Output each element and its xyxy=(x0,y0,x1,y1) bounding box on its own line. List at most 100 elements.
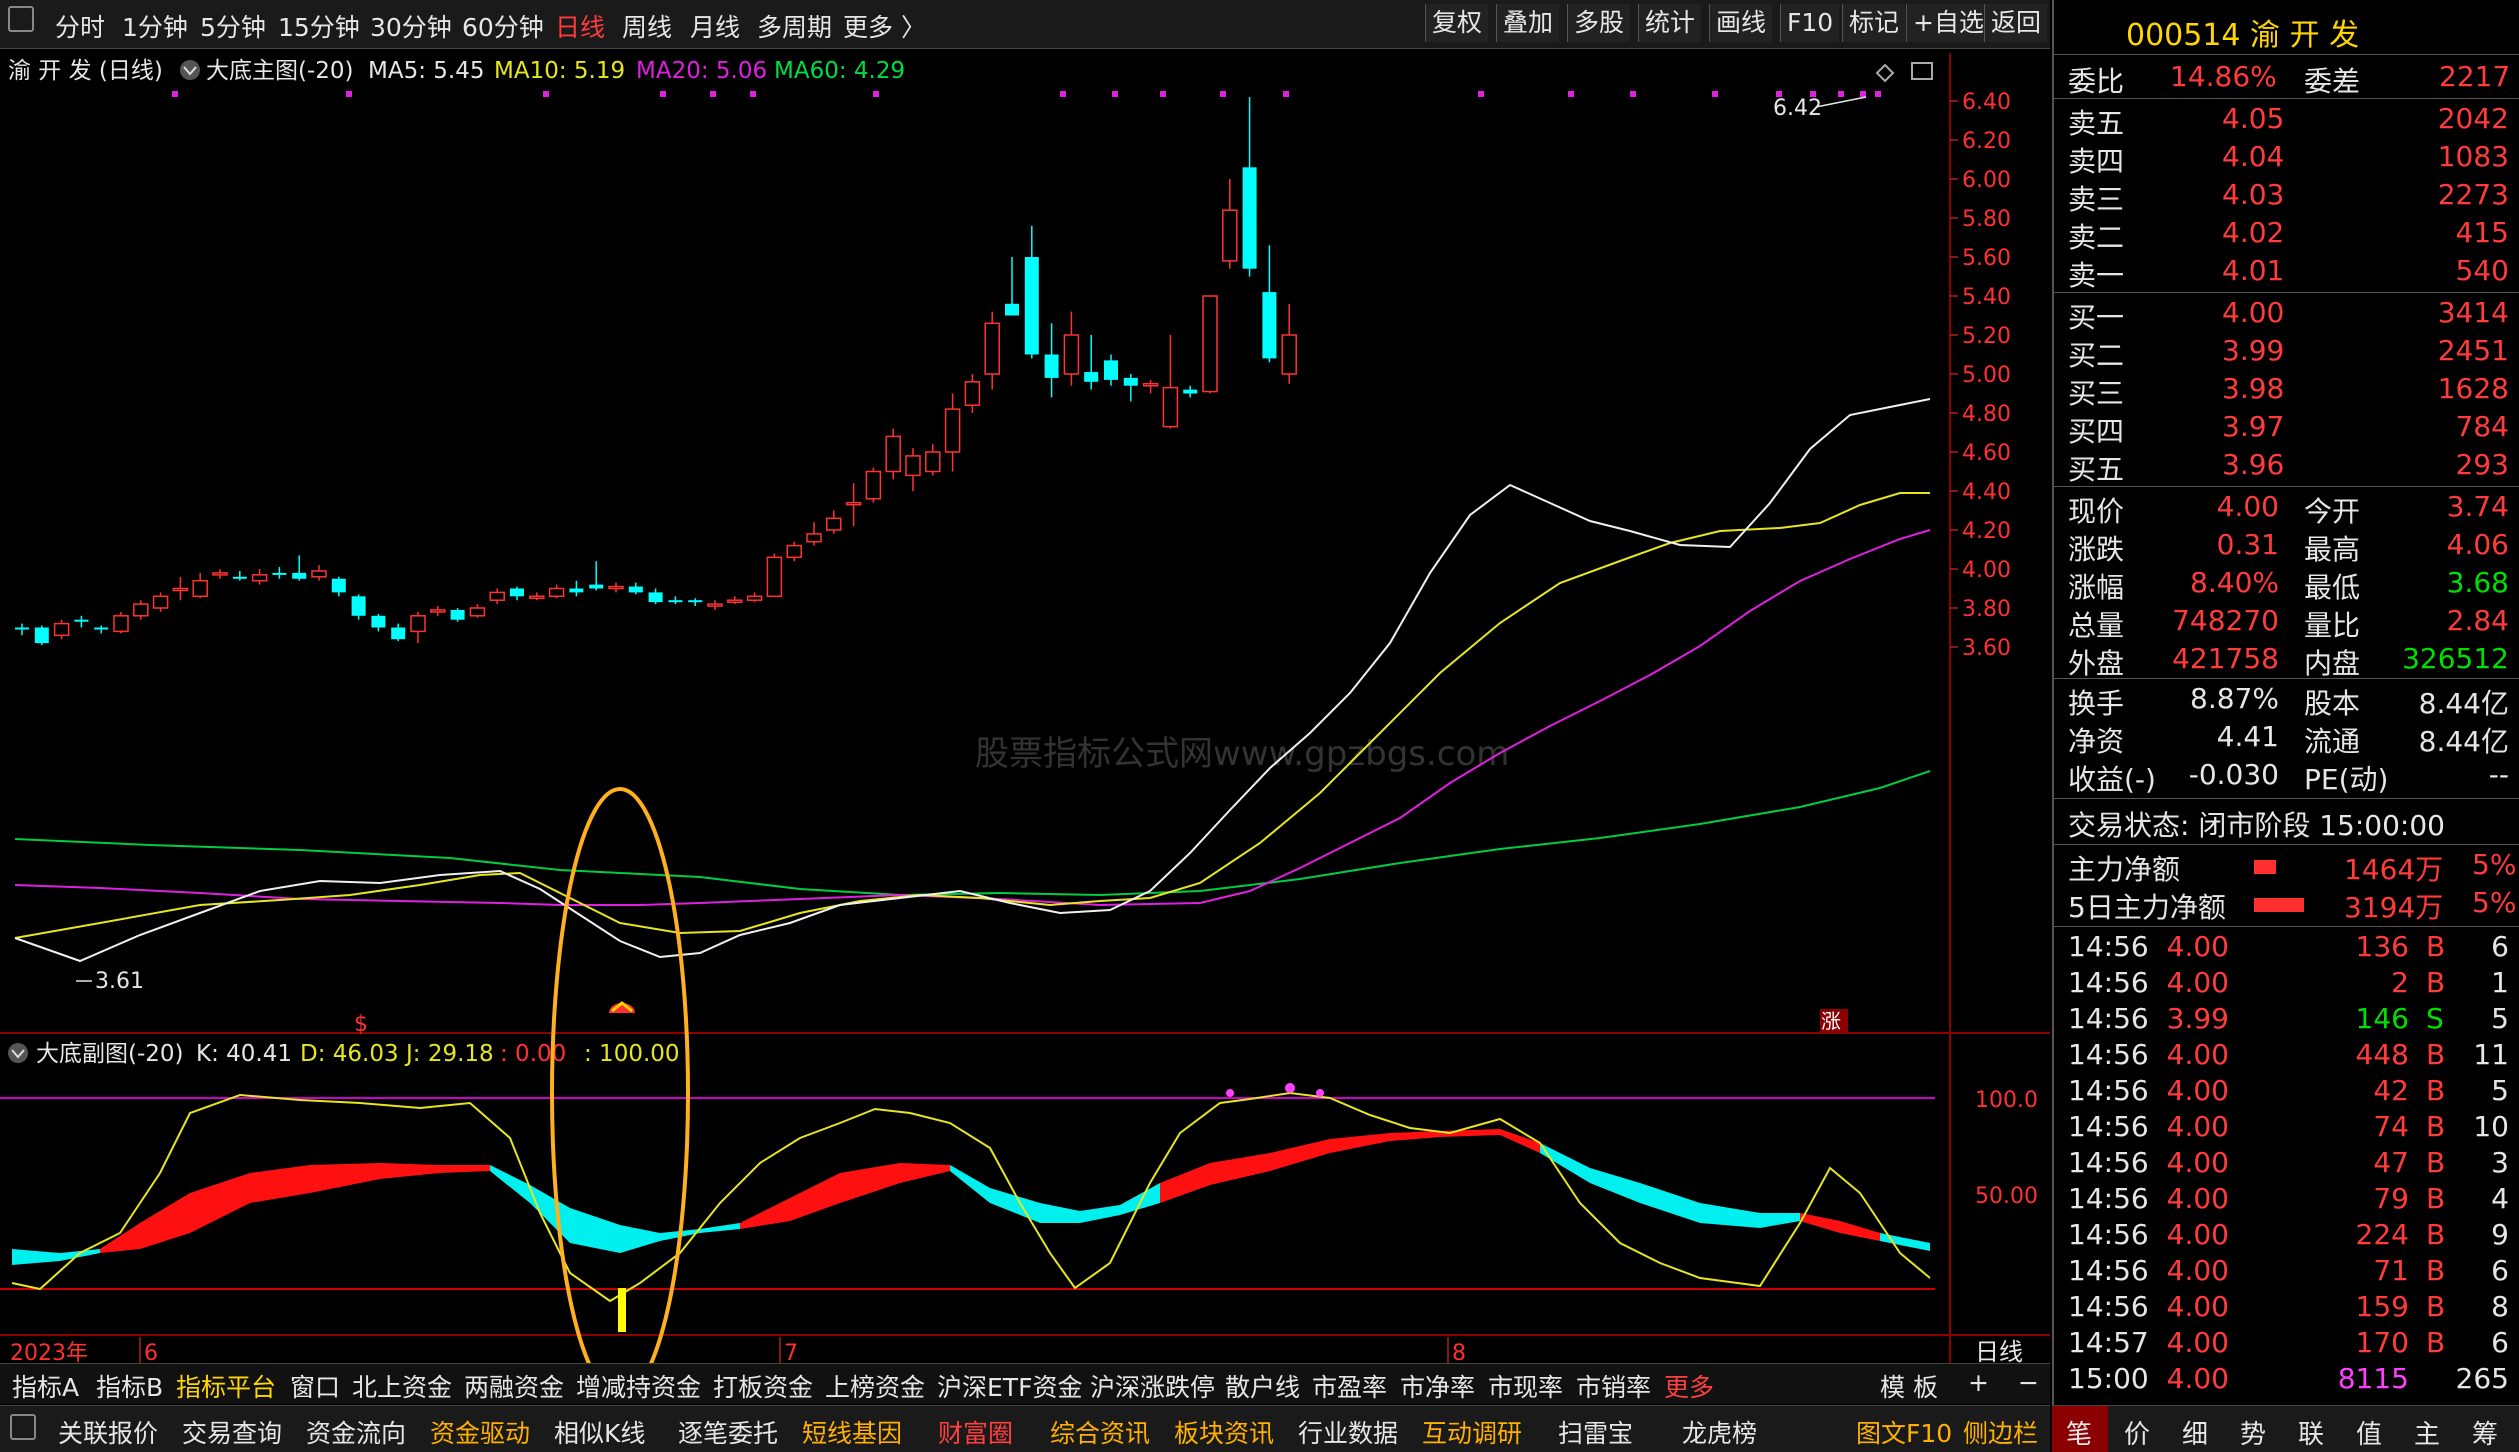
fuquan-button[interactable]: 复权 xyxy=(1425,4,1489,42)
panel-tab-jia[interactable]: 价 xyxy=(2124,1414,2150,1451)
quote-label: 现价 xyxy=(2068,495,2125,528)
ma20-value: MA20: 5.06 xyxy=(636,58,767,84)
candle xyxy=(172,576,189,601)
tab-holding-change[interactable]: 增减持资金 xyxy=(576,1368,701,1404)
tab-window[interactable]: 窗口 xyxy=(290,1368,340,1404)
panel-tab-xi[interactable]: 细 xyxy=(2182,1414,2208,1451)
tab-etf-fund[interactable]: 沪深ETF资金 xyxy=(937,1368,1082,1404)
mark-button[interactable]: 标记 xyxy=(1842,4,1906,42)
window-icon[interactable] xyxy=(1911,62,1933,80)
tab-trade-query[interactable]: 交易查询 xyxy=(182,1414,282,1450)
back-button[interactable]: 返回 xyxy=(1984,4,2048,42)
multi-stock-button[interactable]: 多股 xyxy=(1567,4,1631,42)
signal-dot xyxy=(1712,91,1718,97)
period-5min[interactable]: 5分钟 xyxy=(200,8,266,44)
price-tick: 5.20 xyxy=(1962,324,2011,349)
tab-limit-board[interactable]: 打板资金 xyxy=(713,1368,813,1404)
template-button[interactable]: 模 板 xyxy=(1880,1368,1938,1404)
remove-pane-button[interactable]: − xyxy=(2018,1368,2039,1397)
panel-tab-bi[interactable]: 笔 xyxy=(2066,1414,2092,1451)
ma5-value: MA5: 5.45 xyxy=(368,58,484,84)
period-fenshi[interactable]: 分时 xyxy=(55,8,105,44)
sub-indicator-dropdown-icon[interactable] xyxy=(8,1043,28,1063)
tab-zhibiao-b[interactable]: 指标B xyxy=(96,1368,163,1404)
ma20-line xyxy=(14,529,1931,907)
tab-billboard[interactable]: 上榜资金 xyxy=(825,1368,925,1404)
kline-chart[interactable]: 6.40 6.20 6.00 5.80 5.60 5.40 5.20 5.00 4.80 4.60… xyxy=(0,48,2050,1373)
tab-limit-up-down[interactable]: 沪深涨跌停 xyxy=(1090,1368,1215,1404)
overlay-button[interactable]: 叠加 xyxy=(1496,4,1560,42)
bid-label: 买五 xyxy=(2068,453,2125,486)
tick-volume: 47 xyxy=(2373,1146,2409,1179)
period-weekly[interactable]: 周线 xyxy=(622,8,672,44)
add-pane-button[interactable]: + xyxy=(1968,1368,1989,1397)
tab-retail-line[interactable]: 散户线 xyxy=(1225,1368,1300,1404)
tab-industry-data[interactable]: 行业数据 xyxy=(1298,1414,1398,1450)
panel-tab-lian[interactable]: 联 xyxy=(2298,1414,2324,1451)
kdj-band-segment xyxy=(1540,1143,1590,1183)
tab-ps[interactable]: 市销率 xyxy=(1576,1368,1651,1404)
stock-code-name: 000514 渝 开 发 xyxy=(2126,18,2360,53)
bid-volume: 784 xyxy=(2455,410,2509,443)
zhang-label: 涨 xyxy=(1821,1009,1841,1033)
tab-indicator-platform[interactable]: 指标平台 xyxy=(176,1368,276,1404)
tab-fund-flow[interactable]: 资金流向 xyxy=(306,1414,406,1450)
info-value: 8.44亿 xyxy=(2418,687,2509,720)
tab-mine-sweeper[interactable]: 扫雷宝 xyxy=(1558,1414,1633,1450)
add-watchlist-button[interactable]: +自选 xyxy=(1906,4,1990,42)
tab-news[interactable]: 综合资讯 xyxy=(1050,1414,1150,1450)
tab-pb[interactable]: 市净率 xyxy=(1400,1368,1475,1404)
price-tick: 6.40 xyxy=(1962,90,2011,115)
panel-toggle-icon[interactable] xyxy=(10,1414,36,1440)
tab-pe[interactable]: 市盈率 xyxy=(1312,1368,1387,1404)
period-multi[interactable]: 多周期 xyxy=(757,8,832,44)
period-60min[interactable]: 60分钟 xyxy=(462,8,544,44)
tab-related-quote[interactable]: 关联报价 xyxy=(58,1414,158,1450)
tab-short-gene[interactable]: 短线基因 xyxy=(802,1414,902,1450)
f10-button[interactable]: F10 xyxy=(1780,4,1840,42)
indicator-dropdown-icon[interactable] xyxy=(180,60,200,80)
tab-northbound[interactable]: 北上资金 xyxy=(352,1368,452,1404)
candle xyxy=(1242,97,1257,277)
tab-margin[interactable]: 两融资金 xyxy=(464,1368,564,1404)
candle xyxy=(984,311,1000,390)
panel-tab-zhi[interactable]: 值 xyxy=(2356,1414,2382,1451)
tab-sector-news[interactable]: 板块资讯 xyxy=(1174,1414,1274,1450)
kdj-band xyxy=(12,1129,1930,1265)
panel-tab-zhu[interactable]: 主 xyxy=(2414,1414,2440,1451)
period-1min[interactable]: 1分钟 xyxy=(122,8,188,44)
menu-icon[interactable] xyxy=(8,6,34,32)
tab-zhibiao-a[interactable]: 指标A xyxy=(12,1368,79,1404)
sub-indicator-name[interactable]: 大底副图(-20) xyxy=(36,1041,184,1067)
tab-interactive-research[interactable]: 互动调研 xyxy=(1422,1414,1522,1450)
stats-button[interactable]: 统计 xyxy=(1638,4,1702,42)
main-net-5d-bar xyxy=(2254,898,2304,912)
kdj-band-segment xyxy=(190,1173,250,1233)
panel-tab-shi[interactable]: 势 xyxy=(2240,1414,2266,1451)
tab-f10-graphic[interactable]: 图文F10 xyxy=(1856,1414,1952,1450)
signal-dot xyxy=(1283,91,1289,97)
tab-fund-drive[interactable]: 资金驱动 xyxy=(430,1414,530,1450)
tab-more[interactable]: 更多 xyxy=(1664,1368,1714,1404)
period-30min[interactable]: 30分钟 xyxy=(370,8,452,44)
draw-button[interactable]: 画线 xyxy=(1709,4,1773,42)
tab-dragon-tiger[interactable]: 龙虎榜 xyxy=(1682,1414,1757,1450)
tab-pcf[interactable]: 市现率 xyxy=(1488,1368,1563,1404)
candle xyxy=(727,596,743,605)
tick-price: 4.00 xyxy=(2166,1290,2229,1323)
panel-tab-chou[interactable]: 筹 xyxy=(2472,1414,2498,1451)
main-indicator-name[interactable]: 大底主图(-20) xyxy=(206,58,354,84)
tab-similar-kline[interactable]: 相似K线 xyxy=(554,1414,645,1450)
tab-sidebar[interactable]: 侧边栏 xyxy=(1963,1414,2038,1450)
tab-tick-order[interactable]: 逐笔委托 xyxy=(678,1414,778,1450)
period-more[interactable]: 更多 〉 xyxy=(843,8,926,44)
expand-icon[interactable] xyxy=(1875,63,1895,83)
period-monthly[interactable]: 月线 xyxy=(690,8,740,44)
ask-volume: 2042 xyxy=(2437,102,2509,135)
tick-side: S xyxy=(2426,1002,2444,1035)
low-price-label: 3.61 xyxy=(95,969,144,994)
period-daily[interactable]: 日线 xyxy=(555,8,605,44)
tab-wealth-circle[interactable]: 财富圈 xyxy=(938,1414,1013,1450)
period-15min[interactable]: 15分钟 xyxy=(278,8,360,44)
candle xyxy=(1142,379,1159,394)
